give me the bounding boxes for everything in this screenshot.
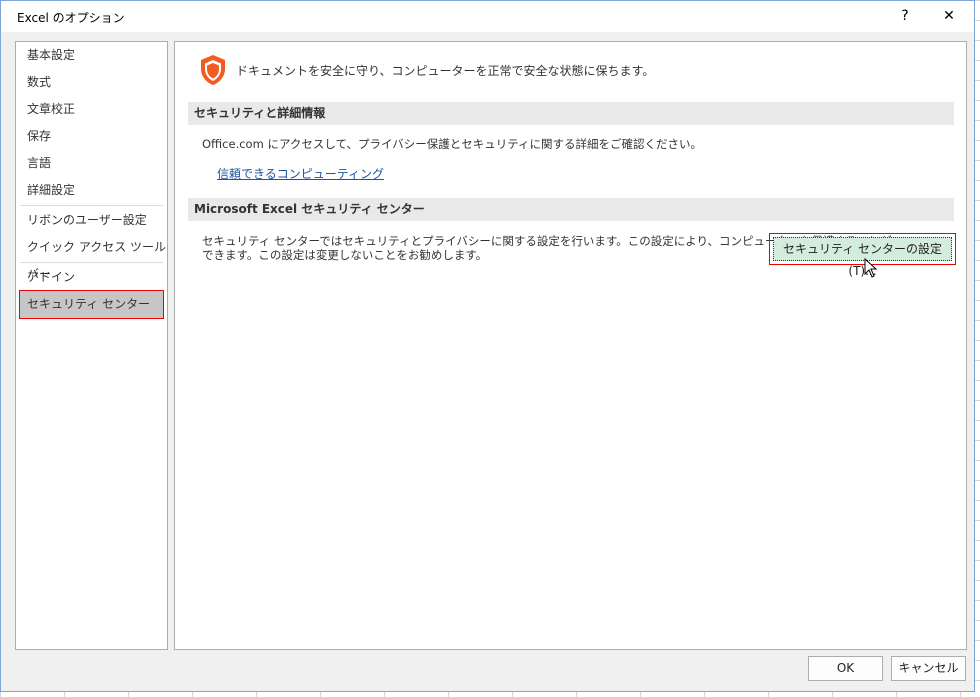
excel-options-dialog: Excel のオプション ? ✕ 基本設定 数式 文章校正 保存 言語 詳細設定… [0,0,975,692]
trust-center-settings-highlight: セキュリティ センターの設定(T)... [769,233,956,278]
ok-button[interactable]: OK [808,656,883,681]
nav-item-proofing[interactable]: 文章校正 [16,96,167,123]
nav-item-quick-access-toolbar[interactable]: クイック アクセス ツール バー [16,234,167,281]
nav-item-advanced[interactable]: 詳細設定 [16,177,167,204]
nav-item-trust-center[interactable]: セキュリティ センター [19,290,164,319]
nav-item-general[interactable]: 基本設定 [16,42,167,69]
options-nav: 基本設定 数式 文章校正 保存 言語 詳細設定 リボンのユーザー設定 クイック … [15,41,168,650]
title-bar: Excel のオプション ? ✕ [1,1,974,32]
trust-center-text-line2: できます。この設定は変更しないことをお勧めします。 [202,248,488,262]
close-button[interactable]: ✕ [937,5,961,27]
divider [20,205,163,206]
shield-icon [201,55,225,85]
nav-item-save[interactable]: 保存 [16,123,167,150]
nav-item-addins[interactable]: アドイン [16,264,167,291]
nav-item-formulas[interactable]: 数式 [16,69,167,96]
section-trust-center-title: Microsoft Excel セキュリティ センター [188,198,954,221]
panel-header: ドキュメントを安全に守り、コンピューターを正常で安全な状態に保ちます。 [200,54,654,86]
section-security-info-title: セキュリティと詳細情報 [188,102,954,125]
trust-center-settings-button[interactable]: セキュリティ センターの設定(T)... [773,237,952,278]
mouse-cursor-icon [864,258,878,278]
dialog-title: Excel のオプション [17,11,125,25]
cancel-button[interactable]: キャンセル [891,656,966,681]
nav-item-customize-ribbon[interactable]: リボンのユーザー設定 [16,207,167,234]
nav-item-language[interactable]: 言語 [16,150,167,177]
trustworthy-computing-link[interactable]: 信頼できるコンピューティング [217,165,384,182]
trust-center-panel: ドキュメントを安全に守り、コンピューターを正常で安全な状態に保ちます。 セキュリ… [174,41,967,650]
help-button[interactable]: ? [893,5,917,27]
security-info-text: Office.com にアクセスして、プライバシー保護とセキュリティに関する詳細… [202,137,703,151]
header-text: ドキュメントを安全に守り、コンピューターを正常で安全な状態に保ちます。 [236,63,655,78]
